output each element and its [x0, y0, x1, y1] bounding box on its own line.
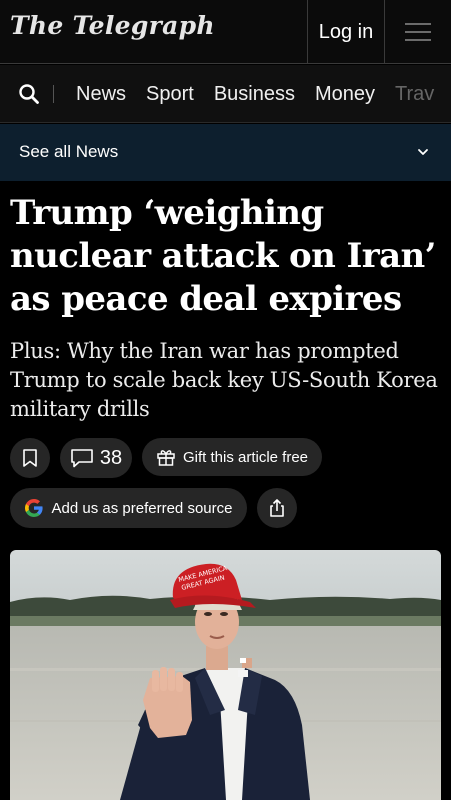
gift-article-label: Gift this article free [182, 448, 309, 466]
login-button[interactable]: Log in [307, 0, 385, 64]
section-nav: News Sport Business Money Trav [0, 65, 451, 123]
share-icon [270, 499, 284, 517]
top-header: The Telegraph Log in [0, 0, 451, 64]
comment-icon [71, 449, 93, 468]
share-button[interactable] [257, 488, 297, 528]
article-hero-image: MAKE AMERICA GREAT AGAIN [10, 550, 441, 800]
gift-article-button[interactable]: Gift this article free [142, 438, 322, 476]
gift-icon [157, 450, 175, 466]
article-headline: Trump ‘weighing nuclear attack on Iran’ … [10, 193, 436, 319]
bookmark-button[interactable] [10, 438, 50, 478]
bookmark-icon [23, 449, 37, 467]
telegraph-logo[interactable]: The Telegraph [10, 11, 215, 40]
comment-count: 38 [99, 446, 123, 469]
article-subheadline: Plus: Why the Iran war has prompted Trum… [10, 339, 438, 421]
nav-divider [53, 85, 54, 103]
nav-item-business[interactable]: Business [214, 83, 295, 106]
preferred-source-label: Add us as preferred source [51, 499, 233, 517]
hamburger-menu-icon[interactable] [385, 0, 451, 64]
search-icon[interactable] [18, 83, 40, 105]
see-all-news-label: See all News [19, 142, 119, 161]
nav-item-money[interactable]: Money [315, 83, 375, 106]
chevron-down-icon [418, 149, 428, 155]
comments-button[interactable]: 38 [60, 438, 132, 478]
preferred-source-button[interactable]: Add us as preferred source [10, 488, 247, 528]
see-all-news-bar[interactable]: See all News [0, 124, 451, 181]
nav-item-sport[interactable]: Sport [146, 83, 194, 106]
google-g-icon [24, 499, 43, 517]
nav-item-news[interactable]: News [76, 83, 126, 106]
nav-item-travel[interactable]: Trav [395, 83, 434, 106]
